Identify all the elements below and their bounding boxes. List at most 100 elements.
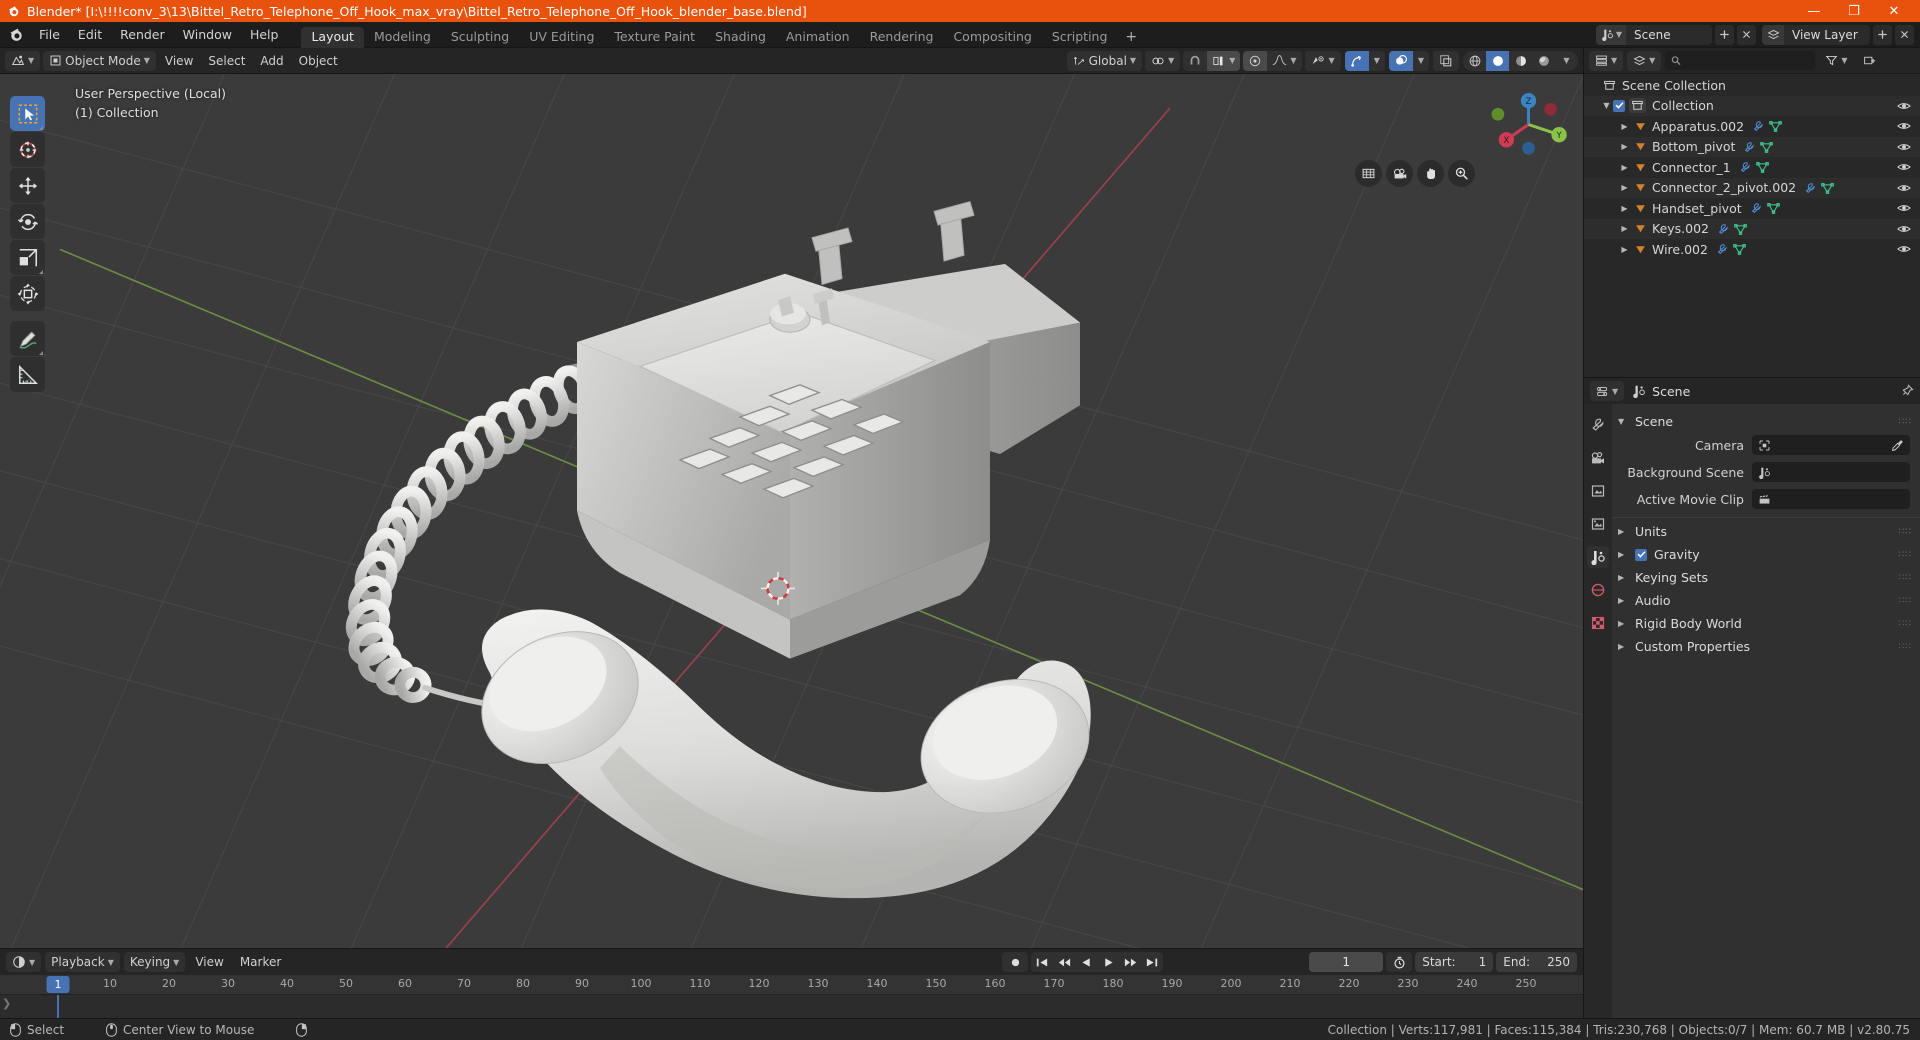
- shading-material-icon[interactable]: [1509, 51, 1532, 71]
- outliner-row-object[interactable]: ▶ Connector_1: [1584, 157, 1920, 178]
- annotate-tool[interactable]: [10, 321, 45, 356]
- tweak-select-tool[interactable]: [10, 96, 45, 131]
- tab-view-layer-icon[interactable]: [1587, 513, 1609, 535]
- transform-orientation-selector[interactable]: Global ▼: [1066, 50, 1143, 71]
- eyedropper-icon[interactable]: [1891, 439, 1904, 452]
- blender-menu-icon[interactable]: [6, 25, 26, 45]
- tab-rendering[interactable]: Rendering: [860, 27, 944, 48]
- menu-window[interactable]: Window: [174, 24, 241, 45]
- toggle-perspective-icon[interactable]: [1355, 160, 1382, 187]
- modifier-icon[interactable]: [1804, 182, 1816, 194]
- rotate-tool[interactable]: [10, 204, 45, 239]
- new-view-layer-button[interactable]: [1873, 24, 1892, 45]
- zoom-view-icon[interactable]: [1448, 160, 1475, 187]
- properties-editor-type-icon[interactable]: ▼: [1590, 381, 1625, 401]
- timeline-sidebar-toggle[interactable]: ❯: [2, 997, 11, 1010]
- search-input[interactable]: [1686, 53, 1810, 68]
- outliner-row-object[interactable]: ▶ Apparatus.002: [1584, 116, 1920, 137]
- tab-modeling[interactable]: Modeling: [364, 27, 441, 48]
- remove-view-layer-button[interactable]: [1895, 24, 1914, 45]
- audio-section[interactable]: ▶ Audio ∷∷: [1612, 589, 1920, 612]
- tab-animation[interactable]: Animation: [776, 27, 860, 48]
- visibility-eye-icon[interactable]: [1897, 121, 1911, 132]
- outliner-display-mode-selector[interactable]: ▼: [1627, 50, 1662, 71]
- pivot-point-selector[interactable]: ▼: [1145, 50, 1181, 71]
- tab-texture-paint[interactable]: Texture Paint: [604, 27, 705, 48]
- expand-icon[interactable]: ▶: [1618, 224, 1631, 233]
- frame-end-field[interactable]: End: 250: [1496, 952, 1577, 972]
- outliner-row-collection[interactable]: ▼ Collection: [1584, 95, 1920, 116]
- tab-world-icon[interactable]: [1587, 579, 1609, 601]
- pan-view-icon[interactable]: [1417, 160, 1444, 187]
- unlink-scene-button[interactable]: [1737, 24, 1756, 45]
- background-scene-field[interactable]: [1752, 462, 1910, 482]
- tab-scene-icon[interactable]: [1587, 546, 1609, 568]
- snap-target-selector[interactable]: ▼: [1207, 50, 1241, 71]
- gravity-checkbox[interactable]: [1635, 548, 1647, 561]
- menu-render[interactable]: Render: [111, 24, 174, 45]
- view-layer-selector[interactable]: View Layer: [1762, 24, 1870, 45]
- mesh-data-icon[interactable]: [1766, 202, 1780, 215]
- tab-render-icon[interactable]: [1587, 447, 1609, 469]
- tab-layout[interactable]: Layout: [301, 26, 364, 48]
- timeline-editor-icon[interactable]: ▼: [6, 952, 42, 972]
- close-button[interactable]: ✕: [1874, 0, 1914, 22]
- playhead[interactable]: [57, 995, 59, 1018]
- visibility-eye-icon[interactable]: [1897, 244, 1911, 255]
- timeline-ruler[interactable]: 1 10 20 30 40 50 60 70 80 90 100 110 120…: [0, 975, 1583, 995]
- tab-texture-icon[interactable]: [1587, 612, 1609, 634]
- gizmo-options-dropdown[interactable]: ▼: [1369, 51, 1385, 71]
- rigid-body-world-section[interactable]: ▶ Rigid Body World ∷∷: [1612, 612, 1920, 635]
- shading-wireframe-icon[interactable]: [1463, 51, 1486, 71]
- expand-icon[interactable]: ▼: [1600, 101, 1613, 110]
- active-movie-clip-field[interactable]: [1752, 489, 1910, 509]
- auto-keying-button[interactable]: [1002, 952, 1029, 972]
- use-preview-range-icon[interactable]: [1386, 952, 1413, 972]
- units-section[interactable]: ▶ Units ∷∷: [1612, 520, 1920, 543]
- menu-help[interactable]: Help: [241, 24, 288, 45]
- visibility-eye-icon[interactable]: [1897, 141, 1911, 152]
- playhead-frame-label[interactable]: 1: [46, 976, 70, 993]
- modifier-icon[interactable]: [1743, 141, 1755, 153]
- next-keyframe-button[interactable]: [1119, 952, 1141, 972]
- magnet-icon[interactable]: [1183, 51, 1207, 71]
- navigation-gizmo[interactable]: Z X Y: [1486, 82, 1571, 167]
- add-workspace-button[interactable]: +: [1117, 27, 1145, 48]
- outliner-row-object[interactable]: ▶ Wire.002: [1584, 239, 1920, 260]
- overlay-options-dropdown[interactable]: ▼: [1413, 51, 1429, 71]
- jump-end-button[interactable]: [1141, 952, 1163, 972]
- outliner-row-object[interactable]: ▶ Bottom_pivot: [1584, 136, 1920, 157]
- modifier-icon[interactable]: [1739, 161, 1751, 173]
- outliner-row-object[interactable]: ▶ Keys.002: [1584, 218, 1920, 239]
- tab-output-icon[interactable]: [1587, 480, 1609, 502]
- pin-icon[interactable]: [1900, 384, 1914, 398]
- frame-start-field[interactable]: Start: 1: [1415, 952, 1494, 972]
- timeline-menu-marker[interactable]: Marker: [234, 952, 287, 972]
- move-tool[interactable]: [10, 168, 45, 203]
- tab-sculpting[interactable]: Sculpting: [441, 27, 519, 48]
- measure-tool[interactable]: [10, 357, 45, 392]
- expand-icon[interactable]: ▶: [1618, 122, 1631, 131]
- camera-view-icon[interactable]: [1386, 160, 1413, 187]
- menu-file[interactable]: File: [30, 24, 69, 45]
- prev-keyframe-button[interactable]: [1053, 952, 1075, 972]
- camera-field[interactable]: [1752, 435, 1910, 455]
- outliner-row-object[interactable]: ▶ Connector_2_pivot.002: [1584, 177, 1920, 198]
- show-overlays-icon[interactable]: [1388, 50, 1413, 71]
- tab-tool-icon[interactable]: [1587, 414, 1609, 436]
- viewport-menu-object[interactable]: Object: [293, 51, 344, 71]
- view-layer-name[interactable]: View Layer: [1784, 28, 1870, 42]
- viewport-menu-select[interactable]: Select: [202, 51, 251, 71]
- shading-solid-icon[interactable]: [1486, 50, 1509, 71]
- expand-icon[interactable]: ▶: [1618, 204, 1631, 213]
- tab-shading[interactable]: Shading: [705, 27, 776, 48]
- visibility-eye-icon[interactable]: [1897, 203, 1911, 214]
- editor-type-icon[interactable]: ▼: [5, 50, 41, 71]
- outliner-editor-type-icon[interactable]: ▼: [1589, 50, 1624, 71]
- expand-icon[interactable]: ▶: [1618, 245, 1631, 254]
- expand-icon[interactable]: ▶: [1618, 183, 1631, 192]
- jump-start-button[interactable]: [1031, 952, 1053, 972]
- expand-icon[interactable]: ▶: [1618, 163, 1631, 172]
- new-scene-button[interactable]: [1715, 24, 1734, 45]
- modifier-icon[interactable]: [1717, 223, 1729, 235]
